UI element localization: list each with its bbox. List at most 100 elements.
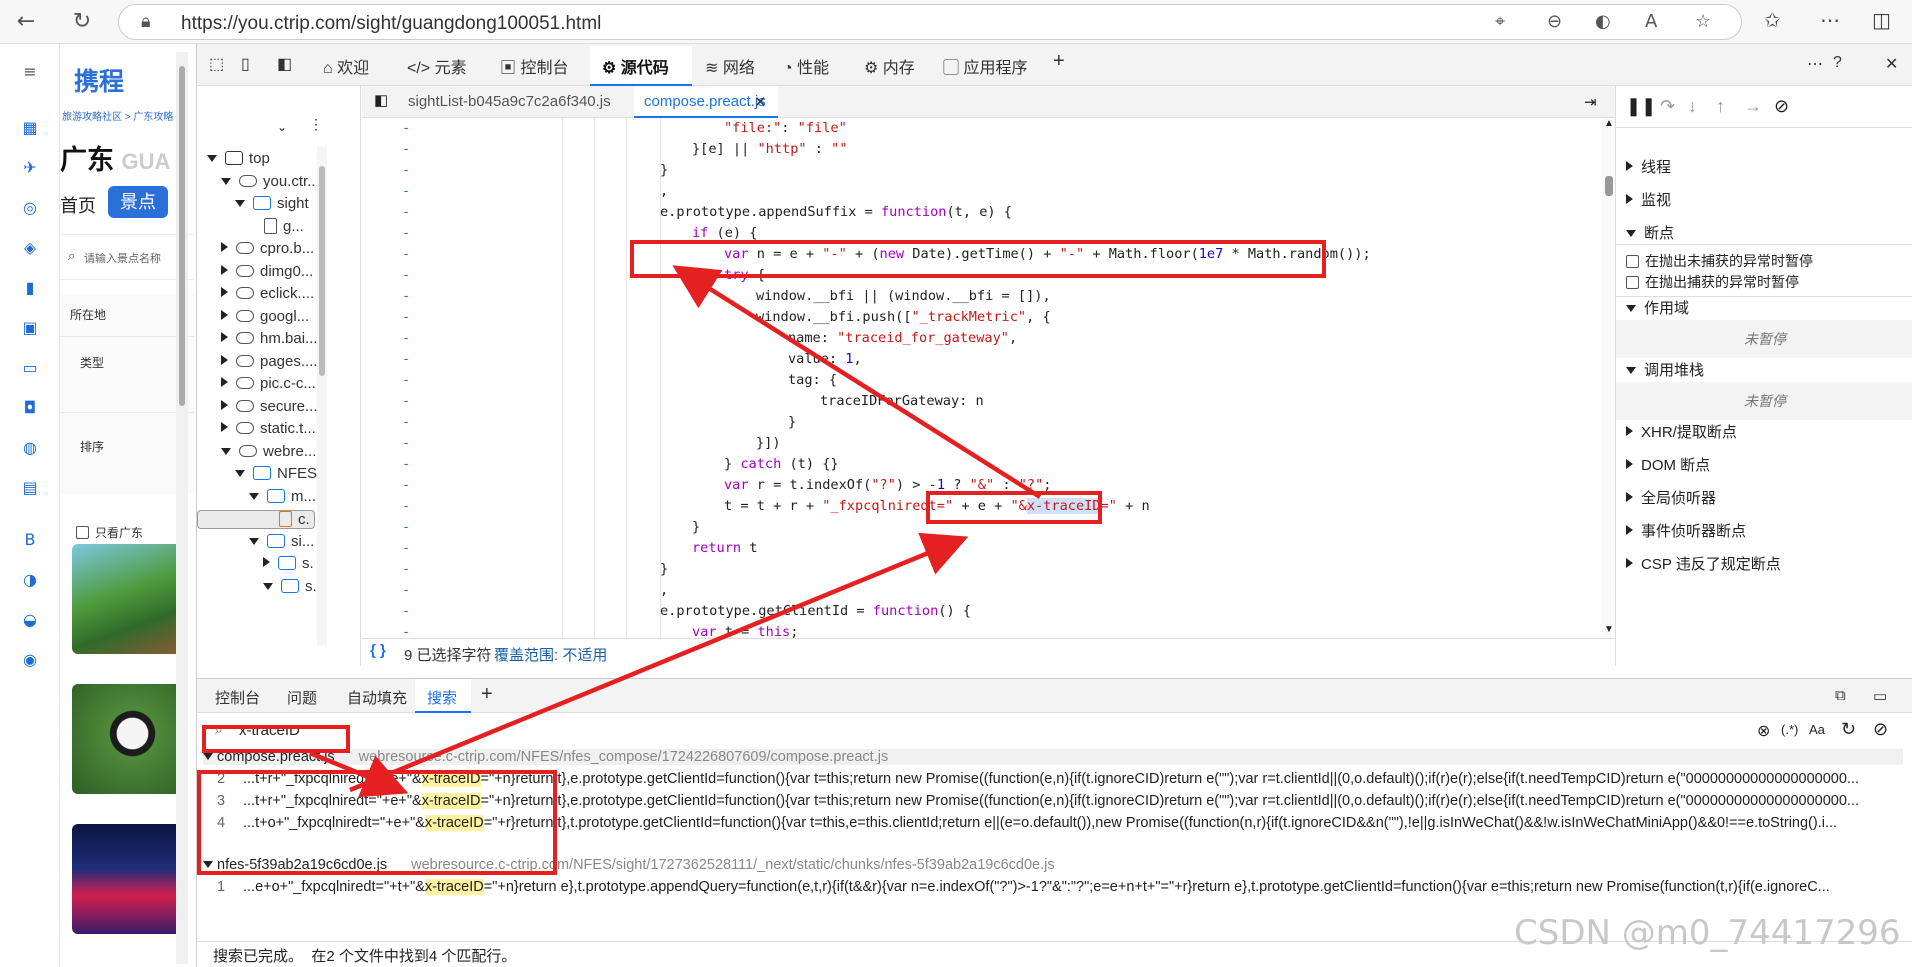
checkbox-icon[interactable] xyxy=(76,526,89,539)
toggle-debugger-icon[interactable]: ⇥ xyxy=(1584,93,1597,111)
clear-search-icon[interactable]: ⊗ xyxy=(1757,721,1770,741)
help-icon[interactable]: ? xyxy=(1833,54,1842,72)
step-icon[interactable]: → xyxy=(1744,96,1762,117)
global-listeners-section[interactable]: 全局侦听器 xyxy=(1626,487,1716,508)
tree-item[interactable]: dimg0... xyxy=(221,263,313,280)
panda-image[interactable] xyxy=(72,684,182,794)
flight-icon[interactable]: ✈ xyxy=(20,158,40,178)
filter-sort[interactable]: 排序 xyxy=(80,438,104,455)
scroll-up-icon[interactable]: ▲ xyxy=(1604,118,1614,129)
checkbox-icon[interactable] xyxy=(1626,276,1639,289)
step-into-icon[interactable]: ↓ xyxy=(1688,96,1697,117)
collapse-icon[interactable] xyxy=(249,537,259,545)
tree-item[interactable]: hm.bai... xyxy=(221,330,318,347)
collapse-icon[interactable] xyxy=(221,447,231,455)
editor-tab-sightlist[interactable]: sightList-b045a9c7c2a6f340.js xyxy=(408,93,611,110)
case-toggle[interactable]: Aa xyxy=(1809,722,1825,737)
pretty-print-icon[interactable]: { } xyxy=(370,642,386,659)
result-file-header[interactable]: compose.preact.js webresource.c-ctrip.com… xyxy=(203,749,1903,765)
filter-location[interactable]: 所在地 xyxy=(70,306,106,323)
kebab-menu-icon[interactable]: ⋮ xyxy=(309,116,323,133)
collapse-icon[interactable] xyxy=(263,582,273,590)
dom-breakpoints-section[interactable]: DOM 断点 xyxy=(1626,454,1710,475)
drawer-tab-search[interactable]: 搜索 xyxy=(427,687,457,708)
watch-section[interactable]: 监视 xyxy=(1626,189,1671,210)
tree-item[interactable]: cpro.b... xyxy=(221,240,314,257)
xhr-breakpoints-section[interactable]: XHR/提取断点 xyxy=(1626,421,1737,442)
tab-network[interactable]: ≋ 网络 xyxy=(705,54,755,78)
tab-elements[interactable]: </> 元素 xyxy=(407,54,467,78)
device-icon[interactable]: ▯ xyxy=(241,54,250,74)
zoom-icon[interactable]: ⊖ xyxy=(1547,11,1562,32)
tree-item[interactable]: s. xyxy=(263,578,317,595)
tree-item[interactable]: pages.... xyxy=(221,353,318,370)
more-options-icon[interactable]: ⋯ xyxy=(1807,54,1823,74)
add-tab-icon[interactable]: + xyxy=(1053,50,1065,73)
expand-icon[interactable] xyxy=(221,399,228,410)
tree-item[interactable]: pic.c-c... xyxy=(221,375,316,392)
scroll-thumb[interactable] xyxy=(179,66,185,406)
gift-icon[interactable]: ▤ xyxy=(20,478,40,498)
collapse-icon[interactable] xyxy=(207,155,217,162)
tab-welcome[interactable]: ⌂ 欢迎 xyxy=(323,54,369,78)
breadcrumb[interactable]: 旅游攻略社区 > 广东攻略 xyxy=(62,108,173,123)
refresh-icon[interactable]: ↻ xyxy=(68,8,96,36)
search-box[interactable]: ⌕ 请输入景点名称 xyxy=(60,234,194,280)
expand-icon[interactable] xyxy=(221,377,228,387)
tree-item[interactable]: static.t... xyxy=(221,420,316,437)
url-text[interactable]: https://you.ctrip.com/sight/guangdong100… xyxy=(181,13,601,35)
add-drawer-tab-icon[interactable]: + xyxy=(481,683,493,706)
pause-uncaught-checkbox[interactable]: 在抛出未捕获的异常时暂停 xyxy=(1626,251,1813,271)
toggle-navigator-icon[interactable]: ◧ xyxy=(374,91,388,109)
tab-application[interactable]: ▢ 应用程序 xyxy=(943,54,1027,78)
tree-item[interactable]: g... xyxy=(249,217,304,235)
train-icon[interactable]: ▮ xyxy=(20,278,40,298)
favorite-star-icon[interactable]: ☆ xyxy=(1695,11,1711,32)
trip-icon[interactable]: ◎ xyxy=(20,198,40,218)
result-line[interactable]: 1 ...e+o+"_fxpcqlniredt="+t+"&x-traceID="… xyxy=(217,879,1905,895)
sidebar-toggle-icon[interactable]: ◧ xyxy=(277,54,292,74)
deactivate-breakpoints-icon[interactable]: ⊘ xyxy=(1774,96,1789,117)
event-listener-breakpoints-section[interactable]: 事件侦听器断点 xyxy=(1626,520,1746,541)
collapse-icon[interactable] xyxy=(249,492,259,500)
pause-caught-checkbox[interactable]: 在抛出捕获的异常时暂停 xyxy=(1626,272,1799,292)
tab-sources[interactable]: ⚙ 源代码 xyxy=(602,54,669,78)
tab-memory[interactable]: ⚙ 内存 xyxy=(864,54,915,78)
collapse-icon[interactable] xyxy=(235,470,245,477)
location-icon[interactable]: ⌖ xyxy=(1495,11,1505,32)
bus-icon[interactable]: ▣ xyxy=(20,318,40,338)
nav-sight-button[interactable]: 景点 xyxy=(108,186,168,218)
expand-icon[interactable] xyxy=(263,557,270,567)
ctrip-logo[interactable]: 携程 xyxy=(74,62,124,98)
lock-icon[interactable]: 🔒︎ xyxy=(141,11,151,32)
tree-item[interactable]: c. xyxy=(197,510,315,529)
clear-results-icon[interactable]: ⊘ xyxy=(1873,719,1888,740)
threads-section[interactable]: 线程 xyxy=(1626,156,1671,177)
tree-item[interactable]: m... xyxy=(249,488,316,505)
collapse-icon[interactable] xyxy=(221,177,231,185)
drawer-tab-console[interactable]: 控制台 xyxy=(215,687,260,708)
callstack-section[interactable]: 调用堆栈 xyxy=(1626,359,1704,380)
scroll-thumb[interactable] xyxy=(1605,176,1613,196)
drawer-close-icon[interactable]: ▭ xyxy=(1873,687,1887,705)
csp-breakpoints-section[interactable]: CSP 违反了规定断点 xyxy=(1626,553,1781,574)
collapse-icon[interactable]: ⌄ xyxy=(277,120,287,134)
code-view[interactable]: - "file:": "file" -}[e] || "http" : "" -}… xyxy=(362,118,1602,638)
tree-scrollbar[interactable] xyxy=(317,146,327,646)
close-tab-icon[interactable]: ✕ xyxy=(754,93,767,111)
breakpoints-section[interactable]: 断点 xyxy=(1626,222,1674,243)
photo-icon[interactable]: ▭ xyxy=(20,358,40,378)
tree-item[interactable]: s. xyxy=(263,555,314,572)
back-icon[interactable]: ← xyxy=(12,8,40,36)
drawer-tab-issues[interactable]: 问题 xyxy=(287,687,317,708)
ticket-icon[interactable]: ◈ xyxy=(20,238,40,258)
expand-icon[interactable] xyxy=(221,309,228,320)
undock-icon[interactable]: ⧉ xyxy=(1835,687,1846,704)
night-show-image[interactable] xyxy=(72,824,182,934)
filter-type[interactable]: 类型 xyxy=(80,354,104,371)
checkbox-icon[interactable] xyxy=(1626,255,1639,268)
close-devtools-icon[interactable]: ✕ xyxy=(1885,54,1898,74)
tree-item[interactable]: secure.... xyxy=(221,398,322,415)
tree-item[interactable]: si... xyxy=(249,533,314,550)
scroll-thumb[interactable] xyxy=(319,166,325,376)
